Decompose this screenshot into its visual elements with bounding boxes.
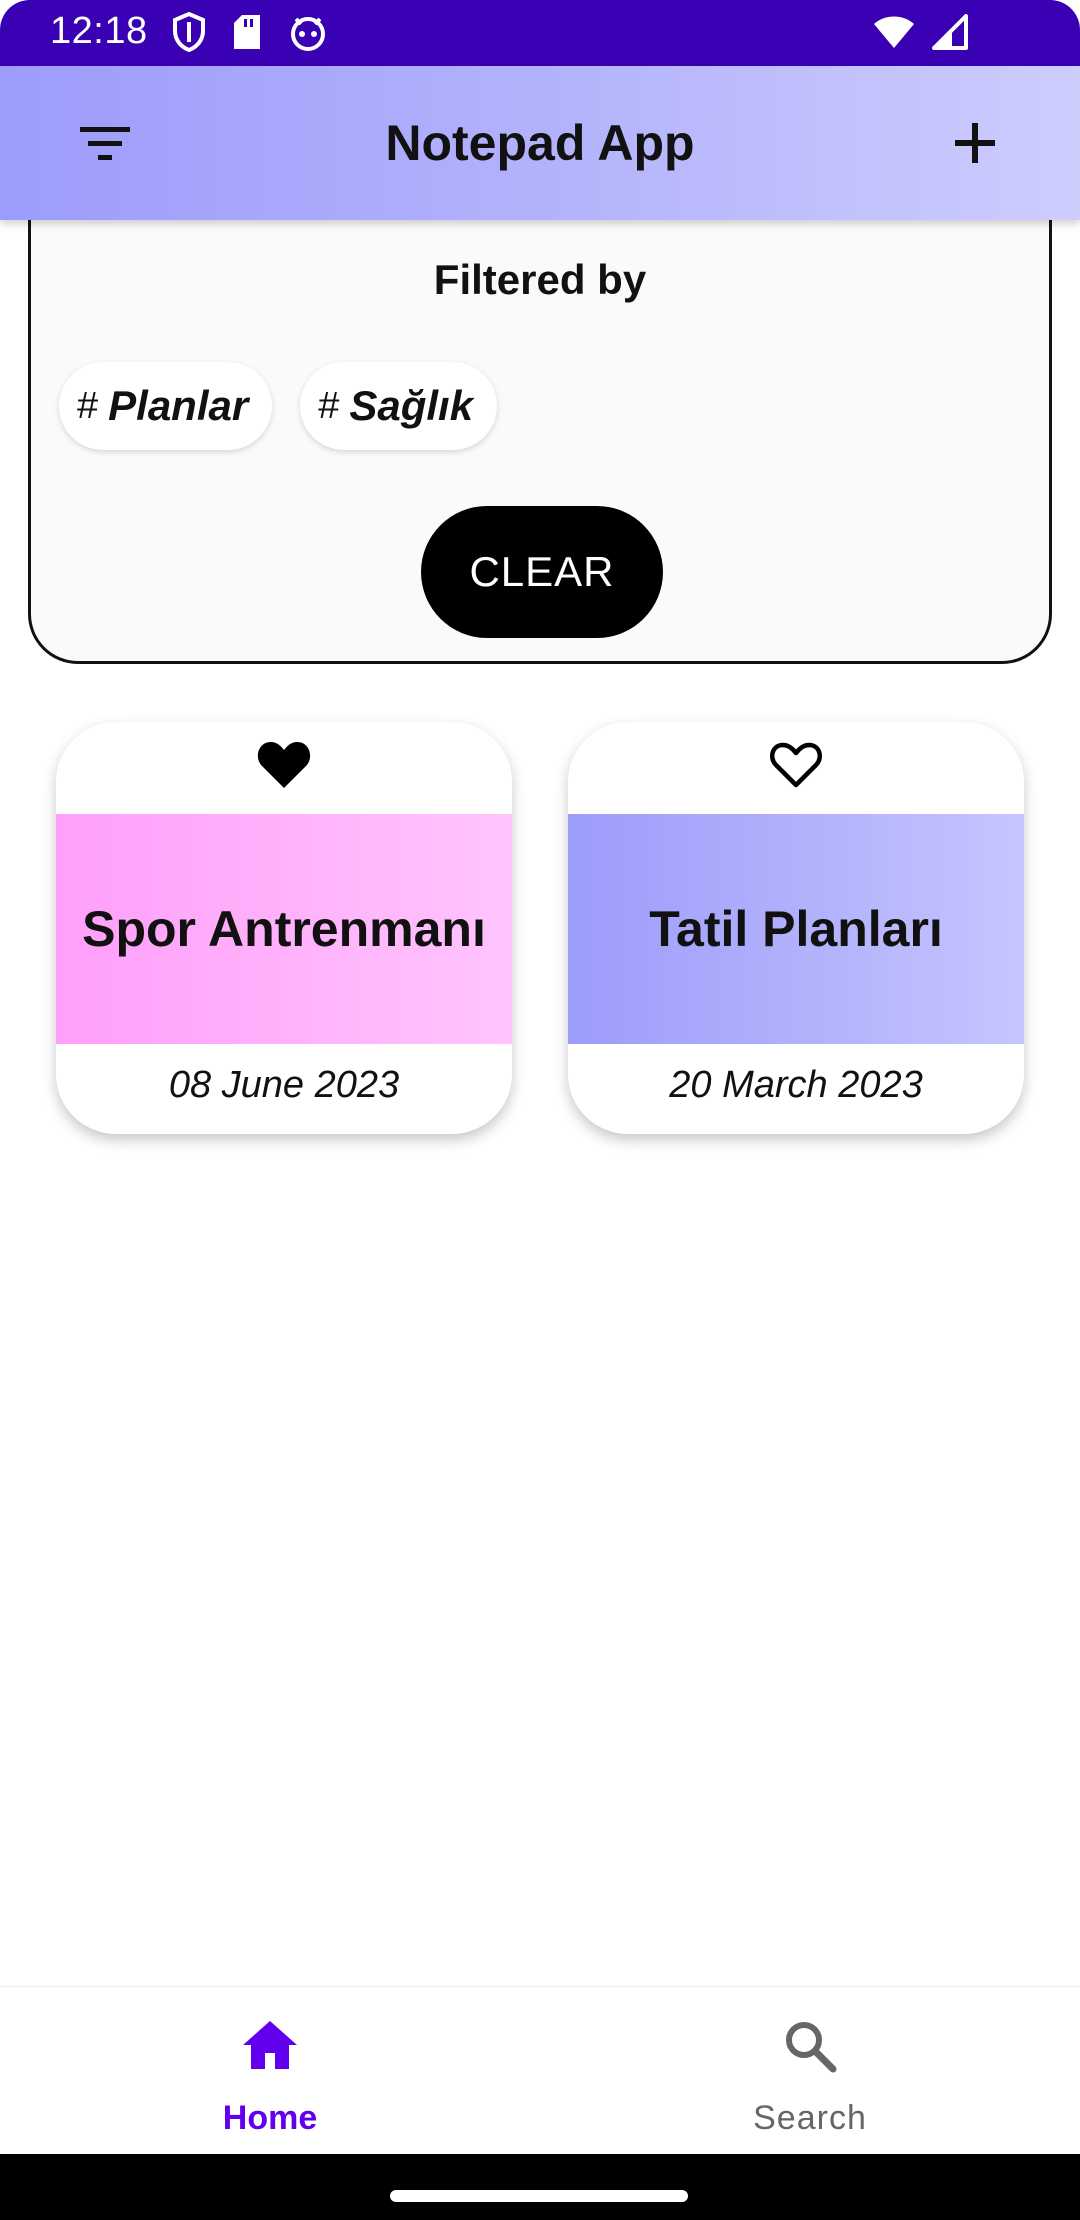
status-icons-right <box>872 14 968 55</box>
note-card[interactable]: Tatil Planları 20 March 2023 <box>568 722 1024 1134</box>
screen: 12:18 Notepad App Filtered by # Planlar … <box>0 0 1080 2220</box>
nav-label-home: Home <box>222 2099 318 2137</box>
favorite-button[interactable] <box>56 738 512 798</box>
status-time: 12:18 <box>50 10 148 52</box>
clear-button[interactable]: CLEAR <box>421 506 663 638</box>
note-date: 08 June 2023 <box>168 1064 400 1106</box>
filter-title: Filtered by <box>433 256 647 303</box>
bottom-navigation: Home Search <box>0 1986 1080 2154</box>
favorite-button[interactable] <box>568 738 1024 798</box>
nav-item-home[interactable]: Home <box>0 1987 540 2155</box>
app-title: Notepad App <box>385 115 695 171</box>
nav-label-search: Search <box>753 2099 867 2137</box>
filter-list-icon <box>78 123 132 168</box>
hash-icon: # <box>318 384 340 427</box>
note-date: 20 March 2023 <box>669 1064 923 1106</box>
filter-chip-planlar[interactable]: # Planlar <box>59 362 273 450</box>
filter-panel: Filtered by # Planlar # Sağlık CLEAR <box>28 220 1052 664</box>
status-bar: 12:18 <box>0 0 1080 66</box>
heart-outline-icon <box>768 738 824 798</box>
shield-icon <box>172 11 206 57</box>
add-icon <box>953 121 997 170</box>
filter-chip-saglik[interactable]: # Sağlık <box>300 362 498 450</box>
system-nav-bar <box>0 2154 1080 2220</box>
home-indicator[interactable] <box>390 2190 688 2202</box>
chip-label: Sağlık <box>349 382 474 429</box>
heart-filled-icon <box>256 738 312 798</box>
hash-icon: # <box>77 384 99 427</box>
home-icon <box>0 2019 540 2071</box>
nav-item-search[interactable]: Search <box>540 1987 1080 2155</box>
status-icons-left <box>172 11 328 57</box>
add-note-button[interactable] <box>940 110 1010 180</box>
android-icon <box>288 13 328 56</box>
note-title: Spor Antrenmanı <box>56 814 512 1044</box>
chip-label: Planlar <box>108 382 249 429</box>
sd-card-icon <box>232 13 262 56</box>
wifi-icon <box>872 14 916 55</box>
filter-chips: # Planlar # Sağlık <box>59 362 498 450</box>
app-bar: Notepad App <box>0 66 1080 220</box>
search-icon <box>540 2019 1080 2073</box>
note-title: Tatil Planları <box>568 814 1024 1044</box>
filter-button[interactable] <box>70 110 140 180</box>
cellular-signal-icon <box>930 14 968 55</box>
note-card[interactable]: Spor Antrenmanı 08 June 2023 <box>56 722 512 1134</box>
